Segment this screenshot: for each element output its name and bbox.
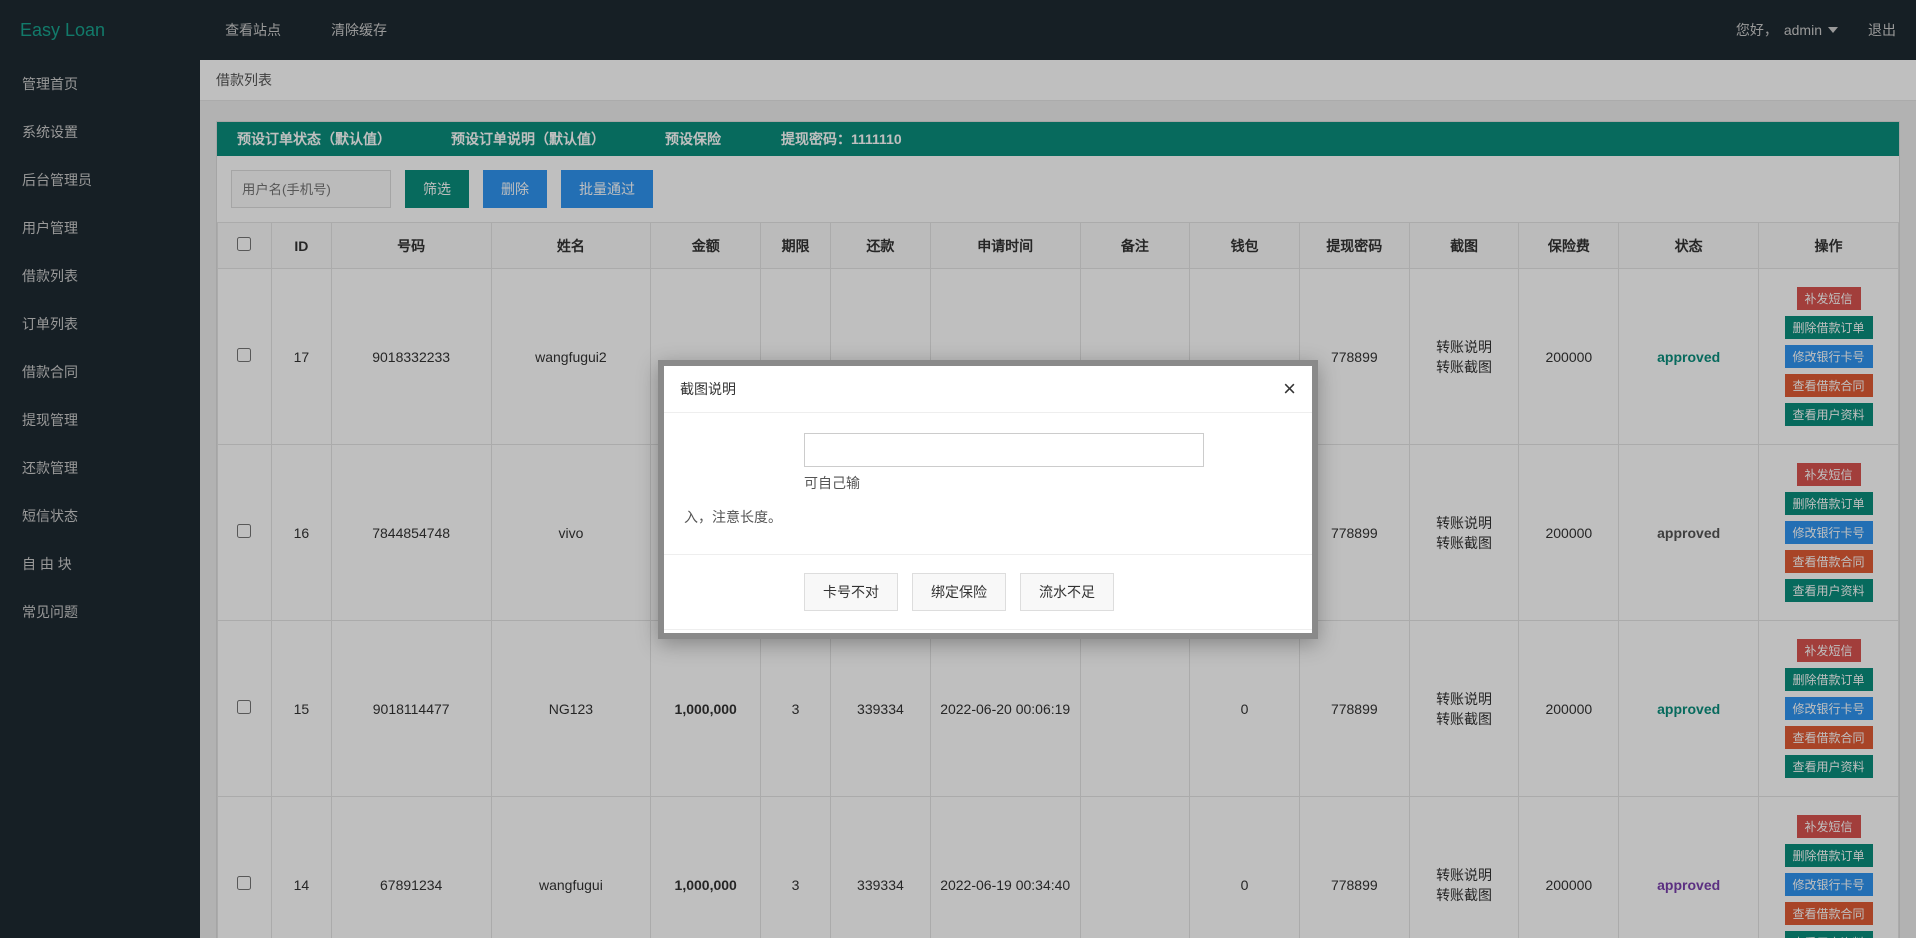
hint-line2: 入，注意长度。 [684,501,1202,535]
hint-tail: 可自己输 [804,475,860,491]
close-icon[interactable]: × [1283,378,1296,400]
desc-input[interactable] [804,433,1204,467]
modal-body: 可自己输 入，注意长度。 卡号不对 绑定保险 流水不足 确认 [664,413,1312,633]
quick-card-wrong-button[interactable]: 卡号不对 [804,573,898,611]
modal-confirm-row: 确认 [664,630,1312,633]
modal-title: 截图说明 [680,379,736,399]
quick-low-flow-button[interactable]: 流水不足 [1020,573,1114,611]
modal-header: 截图说明 × [664,366,1312,413]
modal-quick-buttons: 卡号不对 绑定保险 流水不足 [664,555,1312,630]
modal-input-section: 可自己输 入，注意长度。 [664,413,1312,555]
screenshot-desc-modal: 截图说明 × 可自己输 入，注意长度。 卡号不对 绑定保险 流水不足 确认 [658,360,1318,639]
quick-bind-insurance-button[interactable]: 绑定保险 [912,573,1006,611]
